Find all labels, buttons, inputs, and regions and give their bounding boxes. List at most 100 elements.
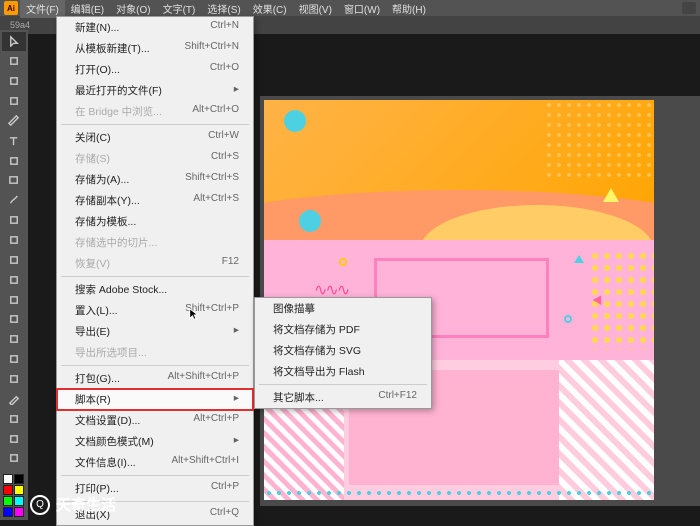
menu-编辑[interactable]: 编辑(E) (65, 0, 110, 18)
menu-item[interactable]: 文件信息(I)... Alt+Shift+Ctrl+I (57, 452, 253, 473)
menu-文件[interactable]: 文件(F) (20, 0, 65, 18)
menu-search-icon[interactable] (682, 2, 696, 14)
artwork-section-orange (264, 100, 654, 240)
menu-item-label: 将文档存储为 PDF (273, 322, 360, 337)
tool-direct-select[interactable] (2, 52, 26, 71)
menu-item[interactable]: 图像描摹 (255, 298, 431, 319)
menu-item[interactable]: 存储副本(Y)...Alt+Ctrl+S (57, 190, 253, 211)
scripts-submenu: 图像描摹将文档存储为 PDF 将文档存储为 SVG将文档导出为 Flash 其它脚本… (254, 297, 432, 409)
menu-item-label: 置入(L)... (75, 303, 118, 318)
tool-eraser[interactable] (2, 231, 26, 250)
menu-item-label: 文档颜色模式(M) (75, 434, 154, 449)
swatch[interactable] (14, 485, 24, 495)
menu-item[interactable]: 打开(O)... Ctrl+O (57, 59, 253, 80)
tool-brush[interactable] (2, 191, 26, 210)
watermark-logo-icon: Q (30, 495, 50, 515)
tool-wand[interactable] (2, 72, 26, 91)
menu-item-label: 从模板新建(T)... (75, 41, 150, 56)
menu-item-label: 文件信息(I)... (75, 455, 136, 470)
menu-shortcut: Ctrl+F12 (378, 390, 417, 405)
circle-shape (299, 210, 321, 232)
tool-rotate[interactable] (2, 250, 26, 269)
menu-item[interactable]: 新建(N)...Ctrl+N (57, 17, 253, 38)
submenu-arrow-icon: ▸ (234, 324, 239, 339)
menu-item: 存储选中的切片... (57, 232, 253, 253)
tool-rect[interactable] (2, 171, 26, 190)
stripe-pattern (559, 360, 654, 500)
menu-item-label: 最近打开的文件(F) (75, 83, 162, 98)
swatch[interactable] (14, 507, 24, 517)
tool-symbol[interactable] (2, 429, 26, 448)
menu-item[interactable]: 从模板新建(T)...Shift+Ctrl+N (57, 38, 253, 59)
tool-eyedropper[interactable] (2, 389, 26, 408)
menu-shortcut: Alt+Shift+Ctrl+I (171, 455, 239, 470)
menu-item: 在 Bridge 中浏览...Alt+Ctrl+O (57, 101, 253, 122)
menu-文字[interactable]: 文字(T) (157, 0, 202, 18)
menu-item-label: 打包(G)... (75, 371, 120, 386)
menu-item[interactable]: 打包(G)...Alt+Shift+Ctrl+P (57, 368, 253, 389)
menu-item-label: 其它脚本... (273, 390, 324, 405)
menu-shortcut: Alt+Ctrl+P (193, 413, 239, 428)
menu-item-label: 恢复(V) (75, 256, 110, 271)
menu-item: 导出所选项目... (57, 342, 253, 363)
menu-item[interactable]: 存储为模板... (57, 211, 253, 232)
menu-item[interactable]: 最近打开的文件(F) ▸ (57, 80, 253, 101)
watermark-text: 天奇生活 (56, 494, 116, 515)
tool-scale[interactable] (2, 270, 26, 289)
menu-separator (61, 365, 249, 366)
tool-gradient[interactable] (2, 370, 26, 389)
menu-item[interactable]: 其它脚本... Ctrl+F12 (255, 387, 431, 408)
menu-shortcut: Ctrl+S (211, 151, 239, 166)
menu-item[interactable]: 将文档导出为 Flash (255, 361, 431, 382)
tool-selection[interactable] (2, 32, 26, 51)
menu-item[interactable]: 置入(L)...Shift+Ctrl+P (57, 300, 253, 321)
menu-item[interactable]: 脚本(R)▸ (57, 389, 253, 410)
watermark: Q 天奇生活 (30, 494, 116, 515)
tool-warp[interactable] (2, 310, 26, 329)
menu-item-label: 搜索 Adobe Stock... (75, 282, 167, 297)
tool-pencil[interactable] (2, 211, 26, 230)
menu-item-label: 图像描摹 (273, 301, 315, 316)
swatch[interactable] (14, 496, 24, 506)
menu-帮助[interactable]: 帮助(H) (386, 0, 432, 18)
circle-shape (284, 110, 306, 132)
menu-item[interactable]: 文档颜色模式(M)▸ (57, 431, 253, 452)
tool-blend[interactable] (2, 409, 26, 428)
menu-item[interactable]: 文档设置(D)...Alt+Ctrl+P (57, 410, 253, 431)
swatch[interactable] (3, 507, 13, 517)
menu-shortcut: Ctrl+P (211, 481, 239, 496)
swatch[interactable] (3, 485, 13, 495)
menu-shortcut: Ctrl+O (210, 62, 239, 77)
submenu-arrow-icon: ▸ (234, 83, 239, 98)
menu-窗口[interactable]: 窗口(W) (338, 0, 386, 18)
tool-type[interactable] (2, 131, 26, 150)
menu-item[interactable]: 搜索 Adobe Stock... (57, 279, 253, 300)
menu-shortcut: Ctrl+Q (210, 507, 239, 522)
menu-对象[interactable]: 对象(O) (110, 0, 156, 18)
tool-shape-builder[interactable] (2, 330, 26, 349)
submenu-arrow-icon: ▸ (234, 392, 239, 407)
circle-outline (339, 258, 347, 266)
illustrator-logo: Ai (4, 1, 18, 15)
tool-pen[interactable] (2, 111, 26, 130)
tool-graph[interactable] (2, 449, 26, 468)
menu-item-label: 存储为(A)... (75, 172, 129, 187)
menu-item-label: 在 Bridge 中浏览... (75, 104, 162, 119)
menu-item[interactable]: 导出(E)▸ (57, 321, 253, 342)
menu-选择[interactable]: 选择(S) (201, 0, 246, 18)
menu-item[interactable]: 关闭(C)Ctrl+W (57, 127, 253, 148)
menu-item[interactable]: 将文档存储为 SVG (255, 340, 431, 361)
tool-line[interactable] (2, 151, 26, 170)
swatch[interactable] (3, 496, 13, 506)
swatch[interactable] (3, 474, 13, 484)
tool-mesh[interactable] (2, 350, 26, 369)
menu-item[interactable]: 存储为(A)...Shift+Ctrl+S (57, 169, 253, 190)
tool-width[interactable] (2, 290, 26, 309)
tool-lasso[interactable] (2, 92, 26, 111)
menu-效果[interactable]: 效果(C) (247, 0, 293, 18)
menu-视图[interactable]: 视图(V) (293, 0, 338, 18)
menu-item[interactable]: 将文档存储为 PDF (255, 319, 431, 340)
menu-item-label: 打开(O)... (75, 62, 120, 77)
swatch[interactable] (14, 474, 24, 484)
menu-item-label: 存储(S) (75, 151, 110, 166)
